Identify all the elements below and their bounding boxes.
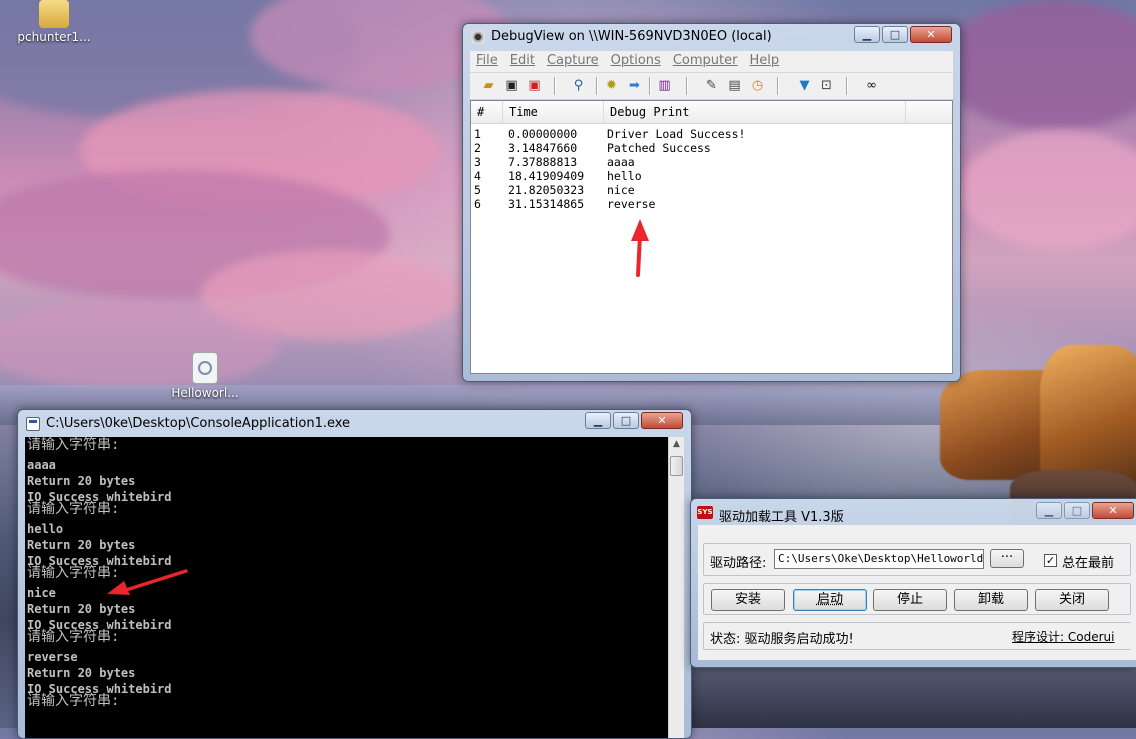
open-icon[interactable]: ▰	[480, 77, 497, 94]
window-title: 驱动加载工具 V1.3版	[719, 510, 844, 525]
console-app-icon	[26, 417, 40, 431]
menu-capture[interactable]: Capture	[541, 51, 605, 68]
table-row[interactable]: 4 18.41909409 hello	[471, 169, 952, 183]
table-row[interactable]: 3 7.37888813 aaaa	[471, 155, 952, 169]
menu-options[interactable]: Options	[605, 51, 667, 68]
clear-icon[interactable]: ▣	[526, 77, 543, 94]
driver-path-field[interactable]: C:\Users\Oke\Desktop\Helloworld.sy	[774, 549, 984, 569]
console-line: Return 20 bytes	[27, 666, 136, 680]
console-line: 请输入字符串:	[27, 693, 120, 709]
console-line: Return 20 bytes	[27, 474, 136, 488]
table-row[interactable]: 6 31.15314865 reverse	[471, 197, 952, 211]
loader-titlebar[interactable]: SYS 驱动加载工具 V1.3版 ▁ □ ✕	[691, 499, 1136, 525]
minimize-button[interactable]: ▁	[585, 412, 611, 429]
filter-icon[interactable]: ▼	[796, 77, 813, 94]
toolbar-separator	[596, 77, 597, 95]
credit-text: 程序设计: Coderui	[1012, 630, 1115, 644]
folder-icon	[39, 0, 69, 28]
close-button[interactable]: ✕	[1092, 502, 1134, 519]
toolbar: ▰ ▣ ▣ ⚲ ✹ ➡ ▥ ✎ ▤ ◷ ▼ ⊡ ∞	[470, 72, 953, 99]
console-scrollbar[interactable]: ▲	[668, 437, 684, 738]
uninstall-button[interactable]: 卸载	[954, 589, 1028, 611]
toolbar-separator	[649, 77, 650, 95]
loader-body: 驱动路径: C:\Users\Oke\Desktop\Helloworld.sy…	[698, 525, 1136, 660]
console-line: 请输入字符串:	[27, 629, 120, 645]
install-button[interactable]: 安装	[711, 589, 785, 611]
close-app-button[interactable]: 关闭	[1035, 589, 1109, 611]
list-header: # Time Debug Print	[471, 101, 952, 124]
column-header-number[interactable]: #	[471, 101, 503, 123]
console-line: nice	[27, 586, 56, 600]
log-icon[interactable]: ✎	[703, 77, 720, 94]
binoculars-icon[interactable]: ∞	[863, 77, 880, 94]
toolbar-separator	[846, 77, 847, 95]
path-group: 驱动路径: C:\Users\Oke\Desktop\Helloworld.sy…	[703, 543, 1131, 576]
menu-edit[interactable]: Edit	[504, 51, 541, 68]
console-line: hello	[27, 522, 64, 536]
window-title: DebugView on \\WIN-569NVD3N0EO (local)	[491, 29, 772, 44]
toolbar-separator	[554, 77, 555, 95]
actions-group: 安装 启动 停止 卸载 关闭	[703, 583, 1131, 615]
console-line: reverse	[27, 650, 78, 664]
log-list[interactable]: # Time Debug Print 1 0.00000000 Driver Loa…	[470, 100, 953, 374]
path-label: 驱动路径:	[710, 556, 767, 571]
maximize-button[interactable]: □	[1064, 502, 1090, 519]
close-button[interactable]: ✕	[910, 26, 952, 43]
toolbar-separator	[686, 77, 687, 95]
close-button[interactable]: ✕	[641, 412, 683, 429]
console-line: 请输入字符串:	[27, 501, 120, 517]
desktop-icon-label: Helloworl...	[171, 386, 239, 400]
autoscroll-icon[interactable]: ➡	[626, 77, 643, 94]
debugview-window: DebugView on \\WIN-569NVD3N0EO (local) ▁…	[462, 23, 961, 382]
console-line: Return 20 bytes	[27, 602, 136, 616]
maximize-button[interactable]: □	[613, 412, 639, 429]
window-title: C:\Users\0ke\Desktop\ConsoleApplication1…	[46, 416, 351, 431]
menu-file[interactable]: File	[470, 51, 504, 68]
menu-bar: File Edit Capture Options Computer Help	[470, 51, 953, 72]
highlight-icon[interactable]: ▥	[656, 77, 673, 94]
scroll-up-icon[interactable]: ▲	[669, 437, 684, 452]
history-icon[interactable]: ▤	[726, 77, 743, 94]
driver-loader-window: SYS 驱动加载工具 V1.3版 ▁ □ ✕ 驱动路径: C:\Users\Ok…	[690, 498, 1136, 668]
browse-button[interactable]: ···	[990, 549, 1024, 568]
console-line: Return 20 bytes	[27, 538, 136, 552]
column-header-debug-print[interactable]: Debug Print	[604, 101, 906, 123]
menu-help[interactable]: Help	[743, 51, 785, 68]
debugview-app-icon	[471, 30, 485, 44]
console-titlebar[interactable]: C:\Users\0ke\Desktop\ConsoleApplication1…	[18, 410, 691, 436]
console-line: aaaa	[27, 458, 56, 472]
maximize-button[interactable]: □	[882, 26, 908, 43]
debugview-titlebar[interactable]: DebugView on \\WIN-569NVD3N0EO (local) ▁…	[463, 24, 960, 50]
minimize-button[interactable]: ▁	[854, 26, 880, 43]
menu-computer[interactable]: Computer	[667, 51, 744, 68]
column-header-time[interactable]: Time	[503, 101, 604, 123]
computer-icon[interactable]: ⊡	[818, 77, 835, 94]
desktop-icon-helloworld[interactable]: Helloworl...	[163, 352, 247, 400]
console-line: 请输入字符串:	[27, 437, 120, 453]
status-bar: 状态: 驱动服务启动成功! 程序设计: Coderui	[703, 622, 1131, 650]
status-text: 状态: 驱动服务启动成功!	[710, 632, 854, 647]
stop-button[interactable]: 停止	[873, 589, 947, 611]
save-icon[interactable]: ▣	[503, 77, 520, 94]
topmost-checkbox[interactable]: ✓	[1044, 554, 1057, 567]
topmost-label: 总在最前	[1062, 556, 1115, 571]
start-button[interactable]: 启动	[793, 589, 867, 611]
desktop-icon-pchunter[interactable]: pchunter1...	[12, 0, 96, 44]
system-file-icon	[192, 352, 218, 384]
desktop-icon-label: pchunter1...	[17, 30, 91, 44]
table-row[interactable]: 2 3.14847660 Patched Success	[471, 141, 952, 155]
minimize-button[interactable]: ▁	[1036, 502, 1062, 519]
find-icon[interactable]: ⚲	[570, 77, 587, 94]
sys-app-icon: SYS	[697, 506, 713, 519]
toolbar-separator	[777, 77, 778, 95]
annotation-arrow-console	[107, 569, 188, 595]
scroll-thumb[interactable]	[670, 456, 683, 476]
capture-icon[interactable]: ✹	[603, 77, 620, 94]
annotation-arrow-debugview	[631, 219, 649, 277]
table-row[interactable]: 5 21.82050323 nice	[471, 183, 952, 197]
table-row[interactable]: 1 0.00000000 Driver Load Success!	[471, 127, 952, 141]
clock-icon[interactable]: ◷	[749, 77, 766, 94]
